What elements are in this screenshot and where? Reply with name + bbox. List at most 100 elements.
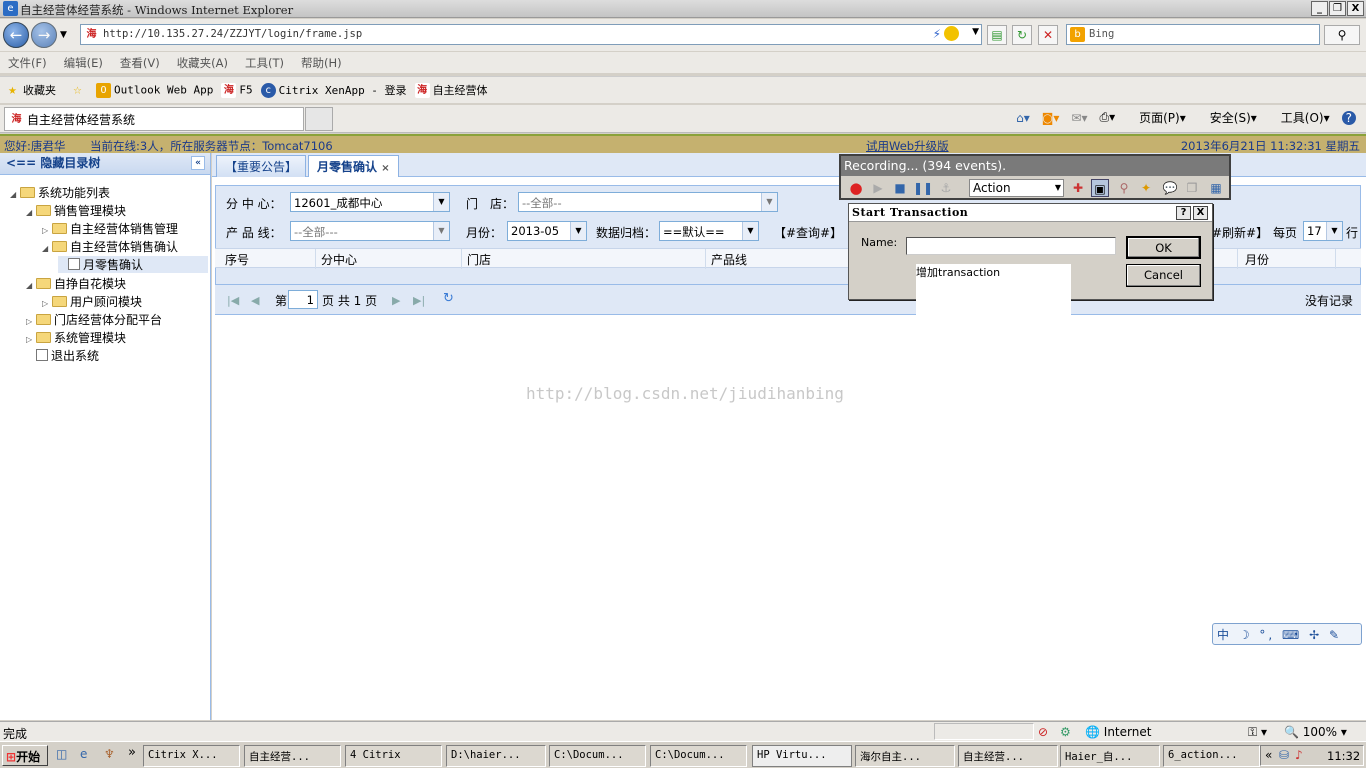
mail-icon[interactable]: ✉▾ bbox=[1071, 111, 1087, 125]
stop-icon[interactable]: ✕ bbox=[1038, 25, 1058, 45]
quicklaunch-ie-icon[interactable]: e bbox=[80, 747, 87, 761]
network-icon[interactable]: ⛁ bbox=[1279, 748, 1289, 762]
add-ons-icon[interactable]: ⚿ ▾ bbox=[1248, 725, 1267, 740]
popup-blocked-icon[interactable]: ⊘ bbox=[1038, 725, 1048, 739]
tools-menu[interactable]: 工具(O)▾ bbox=[1269, 109, 1330, 126]
insert-step-icon[interactable]: ✦ bbox=[1137, 179, 1155, 197]
expand-icon[interactable]: ◢ bbox=[26, 281, 36, 290]
col-index[interactable]: 序号 bbox=[225, 251, 249, 268]
search-placeholder[interactable]: Bing bbox=[1089, 28, 1114, 40]
chevron-down-icon[interactable]: ▼ bbox=[433, 193, 449, 211]
collapsed-icon[interactable]: ▷ bbox=[26, 335, 36, 344]
add-favorite-icon[interactable]: ☆ bbox=[70, 82, 88, 98]
dialog-close-button[interactable]: X bbox=[1193, 206, 1208, 220]
task-folder-c1[interactable]: C:\Docum... bbox=[549, 745, 646, 767]
fav-citrix[interactable]: c Citrix XenApp - 登录 bbox=[260, 82, 407, 99]
last-page-icon[interactable]: ▶| bbox=[413, 294, 425, 307]
comment-icon[interactable]: 💬 bbox=[1161, 179, 1179, 197]
quicklaunch-more-icon[interactable]: » bbox=[128, 745, 136, 760]
next-page-icon[interactable]: ▶ bbox=[392, 294, 400, 307]
snapshot-icon[interactable]: ▦ bbox=[1207, 179, 1225, 197]
expand-icon[interactable]: ◢ bbox=[10, 190, 20, 199]
name-input[interactable] bbox=[906, 237, 1116, 255]
collapsed-icon[interactable]: ▷ bbox=[26, 317, 36, 326]
menu-help[interactable]: 帮助(H) bbox=[301, 55, 342, 71]
task-folder-c2[interactable]: C:\Docum... bbox=[650, 745, 747, 767]
expand-icon[interactable]: ◢ bbox=[26, 208, 36, 217]
refresh-icon[interactable]: ↻ bbox=[443, 291, 454, 306]
address-bar[interactable]: 海 http://10.135.27.24/ZZJYT/login/frame.… bbox=[80, 24, 982, 45]
fav-zzjyt[interactable]: 海自主经营体 bbox=[414, 82, 488, 99]
month-select[interactable]: 2013-05 ▼ bbox=[507, 221, 587, 241]
collapse-icon[interactable]: « bbox=[191, 156, 205, 170]
cancel-button[interactable]: Cancel bbox=[1126, 264, 1201, 287]
autocomplete-item[interactable]: 增加transaction bbox=[916, 264, 1000, 280]
back-button[interactable]: ← bbox=[3, 22, 29, 48]
end-transaction-icon[interactable]: ▣ bbox=[1091, 179, 1109, 197]
pause-icon[interactable]: ❚❚ bbox=[913, 179, 933, 197]
volume-icon[interactable]: ♪ bbox=[1295, 748, 1303, 762]
action-select[interactable]: Action ▼ bbox=[969, 179, 1064, 197]
start-button[interactable]: ⊞开始 bbox=[2, 745, 48, 766]
menu-file[interactable]: 文件(F) bbox=[8, 55, 47, 71]
home-icon[interactable]: ⌂▾ bbox=[1016, 111, 1030, 125]
col-month[interactable]: 月份 bbox=[1245, 251, 1269, 268]
fav-outlook[interactable]: O Outlook Web App bbox=[96, 82, 213, 98]
task-citrix[interactable]: Citrix X... bbox=[143, 745, 240, 767]
task-word-haier[interactable]: Haier_自... bbox=[1060, 745, 1160, 767]
tree-node-advisor[interactable]: ▷ 用户顾问模块 bbox=[42, 293, 142, 310]
stop-icon[interactable]: ■ bbox=[891, 179, 909, 197]
task-excel-haier[interactable]: 海尔自主... bbox=[855, 745, 955, 767]
tree-node-sales[interactable]: ◢ 销售管理模块 bbox=[26, 202, 126, 219]
query-button[interactable]: 【#查询#】 bbox=[774, 224, 842, 241]
start-transaction-icon[interactable]: ✚ bbox=[1069, 179, 1087, 197]
chevron-down-icon[interactable]: ▼ bbox=[742, 222, 758, 240]
compat-view-icon[interactable]: ⚡ bbox=[933, 27, 941, 41]
page-input[interactable]: 1 bbox=[288, 290, 318, 309]
address-url[interactable]: http://10.135.27.24/ZZJYT/login/frame.js… bbox=[103, 28, 362, 40]
compatibility-icon[interactable]: ▤ bbox=[987, 25, 1007, 45]
chevron-down-icon[interactable]: ▼ bbox=[761, 193, 777, 211]
tree-node-sales-mgmt[interactable]: ▷ 自主经营体销售管理 bbox=[42, 220, 178, 237]
chevron-down-icon[interactable]: ▼ bbox=[570, 222, 586, 240]
play-icon[interactable]: ▶ bbox=[869, 179, 887, 197]
favorites-button[interactable]: ★ 收藏夹 bbox=[5, 82, 56, 99]
tree-node-system-mgmt[interactable]: ▷ 系统管理模块 bbox=[26, 329, 126, 346]
col-store[interactable]: 门店 bbox=[467, 251, 491, 268]
chevron-down-icon[interactable]: ▼ bbox=[433, 222, 449, 240]
task-excel-zzjy[interactable]: 自主经营... bbox=[958, 745, 1058, 767]
store-select[interactable]: --全部-- ▼ bbox=[518, 192, 778, 212]
menu-view[interactable]: 查看(V) bbox=[120, 55, 160, 71]
tab-monthly-retail[interactable]: 月零售确认 × bbox=[308, 155, 399, 177]
quicklaunch-app-icon[interactable]: ♆ bbox=[104, 747, 115, 761]
branch-select[interactable]: 12601_成都中心 ▼ bbox=[290, 192, 450, 212]
ok-button[interactable]: OK bbox=[1126, 236, 1201, 259]
forward-button[interactable]: → bbox=[31, 22, 57, 48]
new-tab-button[interactable] bbox=[305, 107, 333, 131]
dialog-help-button[interactable]: ? bbox=[1176, 206, 1191, 220]
record-icon[interactable]: ● bbox=[847, 179, 865, 197]
tree-node-store-platform[interactable]: ▷ 门店经营体分配平台 bbox=[26, 311, 162, 328]
col-product[interactable]: 产品线 bbox=[711, 251, 747, 268]
zoom-control[interactable]: 🔍 100% ▾ bbox=[1284, 725, 1347, 739]
expand-icon[interactable]: ◢ bbox=[42, 244, 52, 253]
tray-expand-icon[interactable]: « bbox=[1265, 748, 1272, 762]
task-citrix-group[interactable]: 4 Citrix bbox=[345, 745, 442, 767]
tab-notice[interactable]: 【重要公告】 bbox=[216, 155, 307, 177]
menu-edit[interactable]: 编辑(E) bbox=[64, 55, 103, 71]
upgrade-link[interactable]: 试用Web升级版 bbox=[866, 138, 949, 154]
help-menu[interactable]: ? bbox=[1341, 110, 1356, 125]
quicklaunch-desktop-icon[interactable]: ◫ bbox=[56, 747, 67, 761]
collapsed-icon[interactable]: ▷ bbox=[42, 299, 52, 308]
collapsed-icon[interactable]: ▷ bbox=[42, 226, 52, 235]
page-menu[interactable]: 页面(P)▾ bbox=[1127, 109, 1186, 126]
copy-icon[interactable]: ❐ bbox=[1183, 179, 1201, 197]
per-page-select[interactable]: 17 ▼ bbox=[1303, 221, 1343, 241]
refresh-icon[interactable]: ↻ bbox=[1012, 25, 1032, 45]
history-dropdown-icon[interactable]: ▼ bbox=[60, 30, 67, 40]
print-icon[interactable]: ⎙▾ bbox=[1100, 110, 1116, 125]
task-ie[interactable]: 自主经营... bbox=[244, 745, 341, 767]
sync-icon[interactable]: ⚓ bbox=[937, 179, 955, 197]
tree-node-monthly-retail[interactable]: 月零售确认 bbox=[58, 256, 208, 273]
prev-page-icon[interactable]: ◀ bbox=[251, 294, 259, 307]
